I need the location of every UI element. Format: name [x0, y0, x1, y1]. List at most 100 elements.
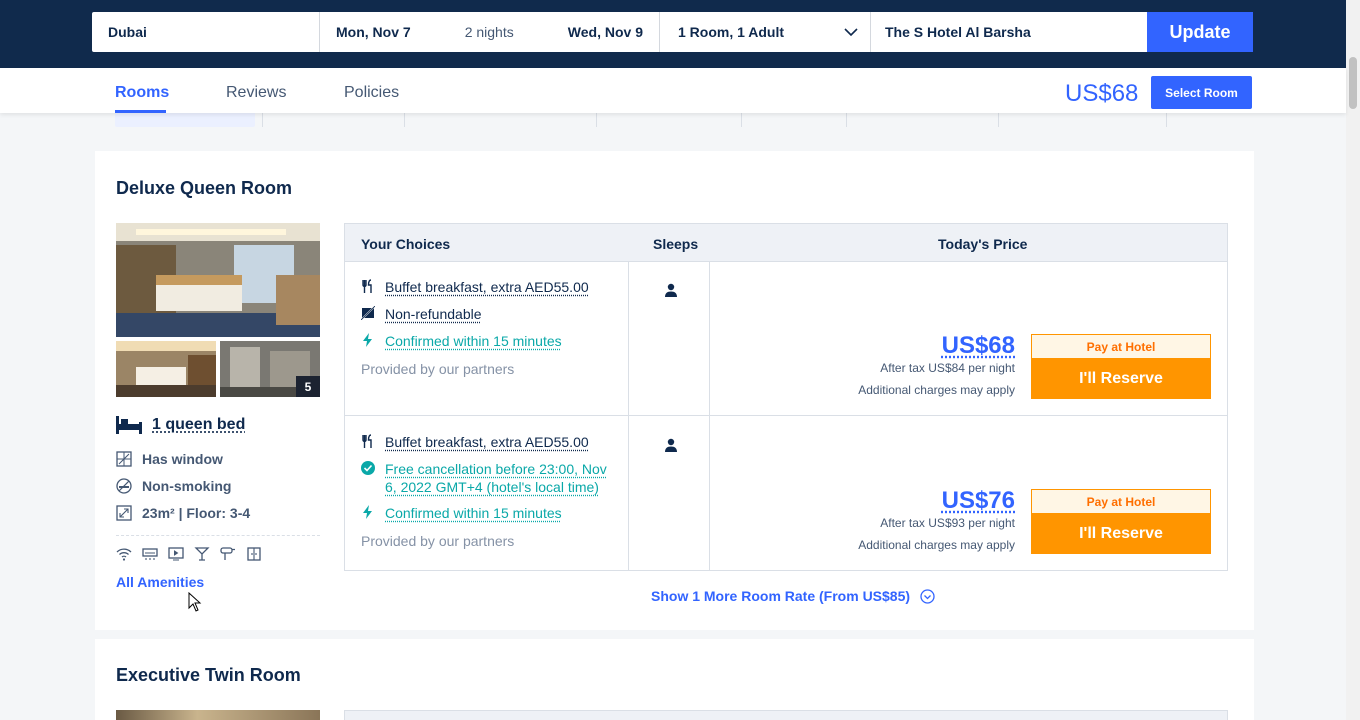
page-scrollbar[interactable] [1346, 0, 1360, 720]
room-photo-main[interactable] [116, 223, 320, 337]
rate-choice-refund: Non-refundable [361, 305, 482, 323]
feature-label: 23m² | Floor: 3-4 [142, 505, 250, 521]
hairdryer-icon [220, 546, 236, 562]
pay-at-hotel-badge: Pay at Hotel [1031, 489, 1211, 514]
fork-knife-icon [361, 434, 375, 448]
table-divider [709, 262, 710, 571]
choice-text[interactable]: Free cancellation before 23:00, Nov 6, 20… [385, 460, 607, 496]
tv-icon [168, 546, 184, 562]
air-conditioning-icon [142, 546, 158, 562]
feature-label: Non-smoking [142, 478, 231, 494]
update-button[interactable]: Update [1147, 12, 1253, 52]
minibar-icon [194, 546, 210, 562]
wifi-icon [116, 546, 132, 562]
bed-icon [116, 416, 142, 434]
additional-charges-note: Additional charges may apply [858, 538, 1015, 552]
feature-smoking: Non-smoking [116, 478, 231, 494]
tab-rooms[interactable]: Rooms [115, 84, 169, 102]
non-refundable-icon [361, 306, 375, 320]
room-photo-main[interactable] [116, 710, 320, 720]
provider-text: Provided by our partners [361, 532, 514, 550]
guests-value: 1 Room, 1 Adult [678, 24, 784, 40]
check-circle-icon [361, 461, 375, 475]
search-form: Dubai Mon, Nov 7 2 nights Wed, Nov 9 1 R… [92, 12, 1253, 52]
table-divider [628, 262, 629, 571]
room-photo-thumb[interactable] [116, 341, 216, 397]
bedroom-photo [116, 223, 320, 337]
choice-text[interactable]: Confirmed within 15 minutes [385, 504, 562, 522]
hotel-field[interactable]: The S Hotel Al Barsha [871, 12, 1147, 52]
rate-choice-cancellation: Free cancellation before 23:00, Nov 6, 20… [361, 460, 607, 496]
after-tax-price: After tax US$93 per night [880, 516, 1015, 530]
cancellation-line-2: 6, 2022 GMT+4 (hotel's local time) [385, 479, 599, 495]
column-header: Sleeps [653, 236, 698, 252]
no-smoking-icon [116, 478, 132, 494]
fork-knife-icon [361, 279, 375, 293]
window-icon [116, 451, 132, 467]
feature-size: 23m² | Floor: 3-4 [116, 505, 250, 521]
rates-table-header: Your Choices Sleeps Today's Price [345, 224, 1227, 262]
all-amenities-link[interactable]: All Amenities [116, 574, 204, 590]
tab-reviews[interactable]: Reviews [226, 84, 286, 102]
destination-value: Dubai [108, 24, 147, 40]
rate-price[interactable]: US$68 [942, 332, 1015, 360]
rate-provider: Provided by our partners [361, 532, 514, 550]
active-tab-indicator [115, 110, 166, 113]
mouse-cursor-icon [188, 592, 202, 612]
hotel-value: The S Hotel Al Barsha [885, 24, 1031, 40]
tab-policies[interactable]: Policies [344, 84, 399, 102]
reserve-button[interactable]: I'll Reserve [1031, 514, 1211, 554]
rate-price[interactable]: US$76 [942, 487, 1015, 515]
checkout-date: Wed, Nov 9 [568, 24, 643, 40]
wardrobe-icon [246, 546, 262, 562]
additional-charges-note: Additional charges may apply [858, 383, 1015, 397]
person-icon [665, 438, 677, 452]
select-room-button[interactable]: Select Room [1151, 76, 1252, 109]
choice-text[interactable]: Buffet breakfast, extra AED55.00 [385, 278, 589, 296]
amenity-icons [116, 546, 262, 562]
date-range-field[interactable]: Mon, Nov 7 2 nights Wed, Nov 9 [320, 12, 660, 52]
person-icon [665, 283, 677, 297]
feature-label: Has window [142, 451, 223, 467]
pay-at-hotel-badge: Pay at Hotel [1031, 334, 1211, 359]
room-title: Deluxe Queen Room [116, 178, 292, 199]
show-more-rates-link[interactable]: Show 1 More Room Rate (From US$85) [651, 588, 935, 604]
reserve-button[interactable]: I'll Reserve [1031, 359, 1211, 399]
nights-count: 2 nights [465, 24, 514, 40]
bedroom-thumb-photo [116, 341, 216, 397]
show-more-rates-text: Show 1 More Room Rate (From US$85) [651, 588, 910, 604]
room-title: Executive Twin Room [116, 665, 301, 686]
column-header: Your Choices [361, 236, 450, 252]
rate-choice-breakfast: Buffet breakfast, extra AED55.00 [361, 278, 589, 296]
feature-window: Has window [116, 451, 223, 467]
rate-choice-confirm: Confirmed within 15 minutes [361, 332, 562, 350]
provider-text: Provided by our partners [361, 360, 514, 378]
search-header: Dubai Mon, Nov 7 2 nights Wed, Nov 9 1 R… [0, 0, 1346, 68]
amenities-divider [116, 535, 320, 536]
column-header: Today's Price [938, 236, 1027, 252]
scrollbar-thumb[interactable] [1349, 57, 1357, 109]
after-tax-price: After tax US$84 per night [880, 361, 1015, 375]
chevron-down-icon [844, 28, 858, 37]
lightning-icon [361, 505, 375, 519]
bed-type[interactable]: 1 queen bed [152, 416, 245, 434]
choice-text[interactable]: Buffet breakfast, extra AED55.00 [385, 433, 589, 451]
checkin-date: Mon, Nov 7 [336, 24, 411, 40]
room-nav-bar: Rooms Reviews Policies US$68 Select Room [0, 68, 1346, 113]
choice-text[interactable]: Non-refundable [385, 305, 482, 323]
rates-table: Your Choices Sleeps Today's Price Buffet… [344, 223, 1228, 571]
chevron-down-circle-icon [920, 589, 935, 604]
guests-dropdown[interactable]: 1 Room, 1 Adult [660, 12, 871, 52]
choice-text[interactable]: Confirmed within 15 minutes [385, 332, 562, 350]
rates-table [344, 710, 1228, 720]
lightning-icon [361, 333, 375, 347]
photo-count-badge[interactable]: 5 [296, 376, 320, 397]
cancellation-line-1: Free cancellation before 23:00, Nov [385, 461, 607, 477]
room-size-icon [116, 505, 132, 521]
nav-lowest-price: US$68 [1065, 80, 1138, 108]
bed-info: 1 queen bed [116, 416, 245, 434]
rate-choice-confirm: Confirmed within 15 minutes [361, 504, 562, 522]
destination-field[interactable]: Dubai [92, 12, 320, 52]
table-row-divider [345, 415, 1227, 416]
rate-provider: Provided by our partners [361, 360, 514, 378]
